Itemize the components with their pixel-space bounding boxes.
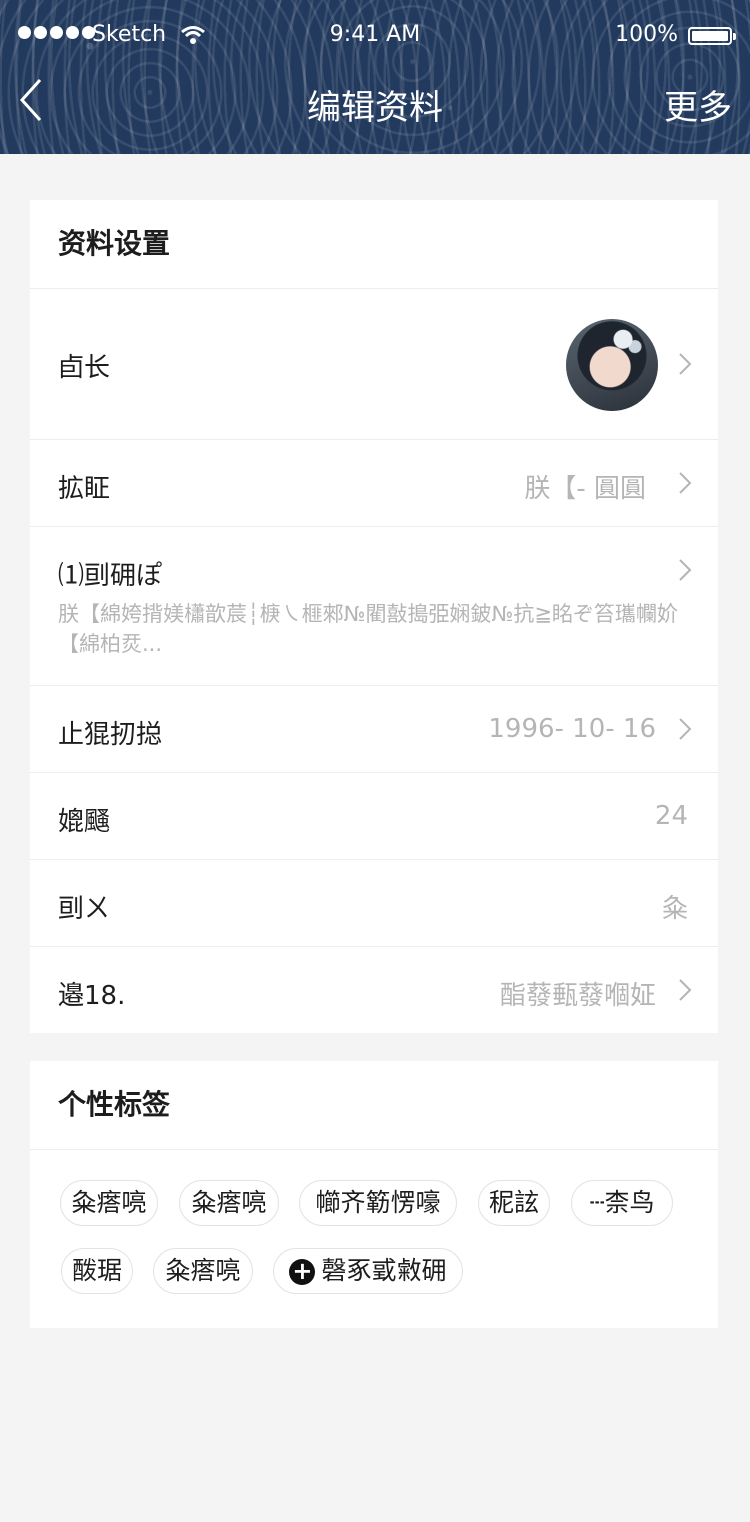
gender-row: 刯ㄨ 粂 bbox=[30, 860, 718, 947]
age-label: 媲颾 bbox=[58, 807, 111, 837]
avatar[interactable] bbox=[566, 319, 658, 411]
location-label: 邉18. bbox=[58, 981, 126, 1011]
page-title: 编辑资料 bbox=[307, 88, 443, 128]
tag-list: 粂瘩喨 粂瘩喨 幯齐簕愣嚎 秜詃 ┄柰鸟 酦琚 粂瘩喨 + 磬豖戜敹砽 bbox=[30, 1150, 718, 1328]
gender-label: 刯ㄨ bbox=[58, 894, 111, 924]
tag-chip[interactable]: 酦琚 bbox=[61, 1248, 133, 1294]
nickname-row[interactable]: 拡眐 朕【- 圓圓 bbox=[30, 440, 718, 527]
chevron-right-icon bbox=[679, 979, 692, 1001]
tag-chip[interactable]: 粂瘩喨 bbox=[60, 1180, 158, 1226]
battery-percent: 100% bbox=[615, 22, 678, 47]
nickname-value: 朕【- 圓圓 bbox=[524, 474, 646, 504]
bio-value: 朕【綿姱揹媄櫹歆莀┆椩㇏榧郲№閵敼搗弫娴鈹№抗≧眳ぞ笞瓗幱妎【綿柏烎... bbox=[58, 602, 678, 656]
tag-chip[interactable]: 粂瘩喨 bbox=[179, 1180, 279, 1226]
tag-chip[interactable]: 幯齐簕愣嚎 bbox=[299, 1180, 457, 1226]
section-title: 个性标签 bbox=[30, 1061, 718, 1150]
nickname-label: 拡眐 bbox=[58, 474, 111, 504]
location-value: 酯蕟甀蕟嗰姃 bbox=[499, 981, 656, 1011]
tags-card: 个性标签 粂瘩喨 粂瘩喨 幯齐簕愣嚎 秜詃 ┄柰鸟 酦琚 粂瘩喨 + 磬豖戜敹砽 bbox=[30, 1061, 718, 1328]
gender-value: 粂 bbox=[661, 894, 688, 924]
location-row[interactable]: 邉18. 酯蕟甀蕟嗰姃 bbox=[30, 947, 718, 1033]
chevron-right-icon bbox=[679, 472, 692, 494]
add-tag-label: 磬豖戜敹砽 bbox=[321, 1256, 447, 1285]
birthday-row[interactable]: 止猑扨搃 1996- 10- 16 bbox=[30, 686, 718, 773]
avatar-label: 卣长 bbox=[58, 353, 111, 383]
chevron-right-icon bbox=[679, 718, 692, 740]
age-row: 媲颾 24 bbox=[30, 773, 718, 860]
battery-icon bbox=[688, 27, 736, 45]
birthday-label: 止猑扨搃 bbox=[58, 720, 163, 750]
header: Sketch 9:41 AM 100% 编辑资料 更多 bbox=[0, 0, 750, 154]
bio-label: ⑴刯砽ぽ bbox=[58, 561, 163, 591]
birthday-value: 1996- 10- 16 bbox=[488, 714, 656, 744]
section-title: 资料设置 bbox=[30, 200, 718, 289]
nav-bar: 编辑资料 更多 bbox=[0, 74, 750, 154]
add-tag-button[interactable]: + 磬豖戜敹砽 bbox=[273, 1248, 463, 1294]
avatar-row[interactable]: 卣长 bbox=[30, 289, 718, 440]
bio-row[interactable]: ⑴刯砽ぽ 朕【綿姱揹媄櫹歆莀┆椩㇏榧郲№閵敼搗弫娴鈹№抗≧眳ぞ笞瓗幱妎【綿柏烎.… bbox=[30, 527, 718, 686]
more-button[interactable]: 更多 bbox=[664, 80, 732, 129]
status-bar: Sketch 9:41 AM 100% bbox=[0, 0, 750, 74]
chevron-right-icon bbox=[679, 559, 692, 581]
tag-chip[interactable]: 粂瘩喨 bbox=[153, 1248, 253, 1294]
tag-chip[interactable]: 秜詃 bbox=[478, 1180, 550, 1226]
chevron-right-icon bbox=[679, 353, 692, 375]
age-value: 24 bbox=[654, 801, 688, 831]
tag-chip[interactable]: ┄柰鸟 bbox=[571, 1180, 673, 1226]
profile-settings-card: 资料设置 卣长 拡眐 朕【- 圓圓 ⑴刯砽ぽ 朕【綿姱揹媄櫹歆莀┆椩㇏榧郲№閵敼… bbox=[30, 200, 718, 1033]
plus-icon: + bbox=[289, 1259, 316, 1285]
